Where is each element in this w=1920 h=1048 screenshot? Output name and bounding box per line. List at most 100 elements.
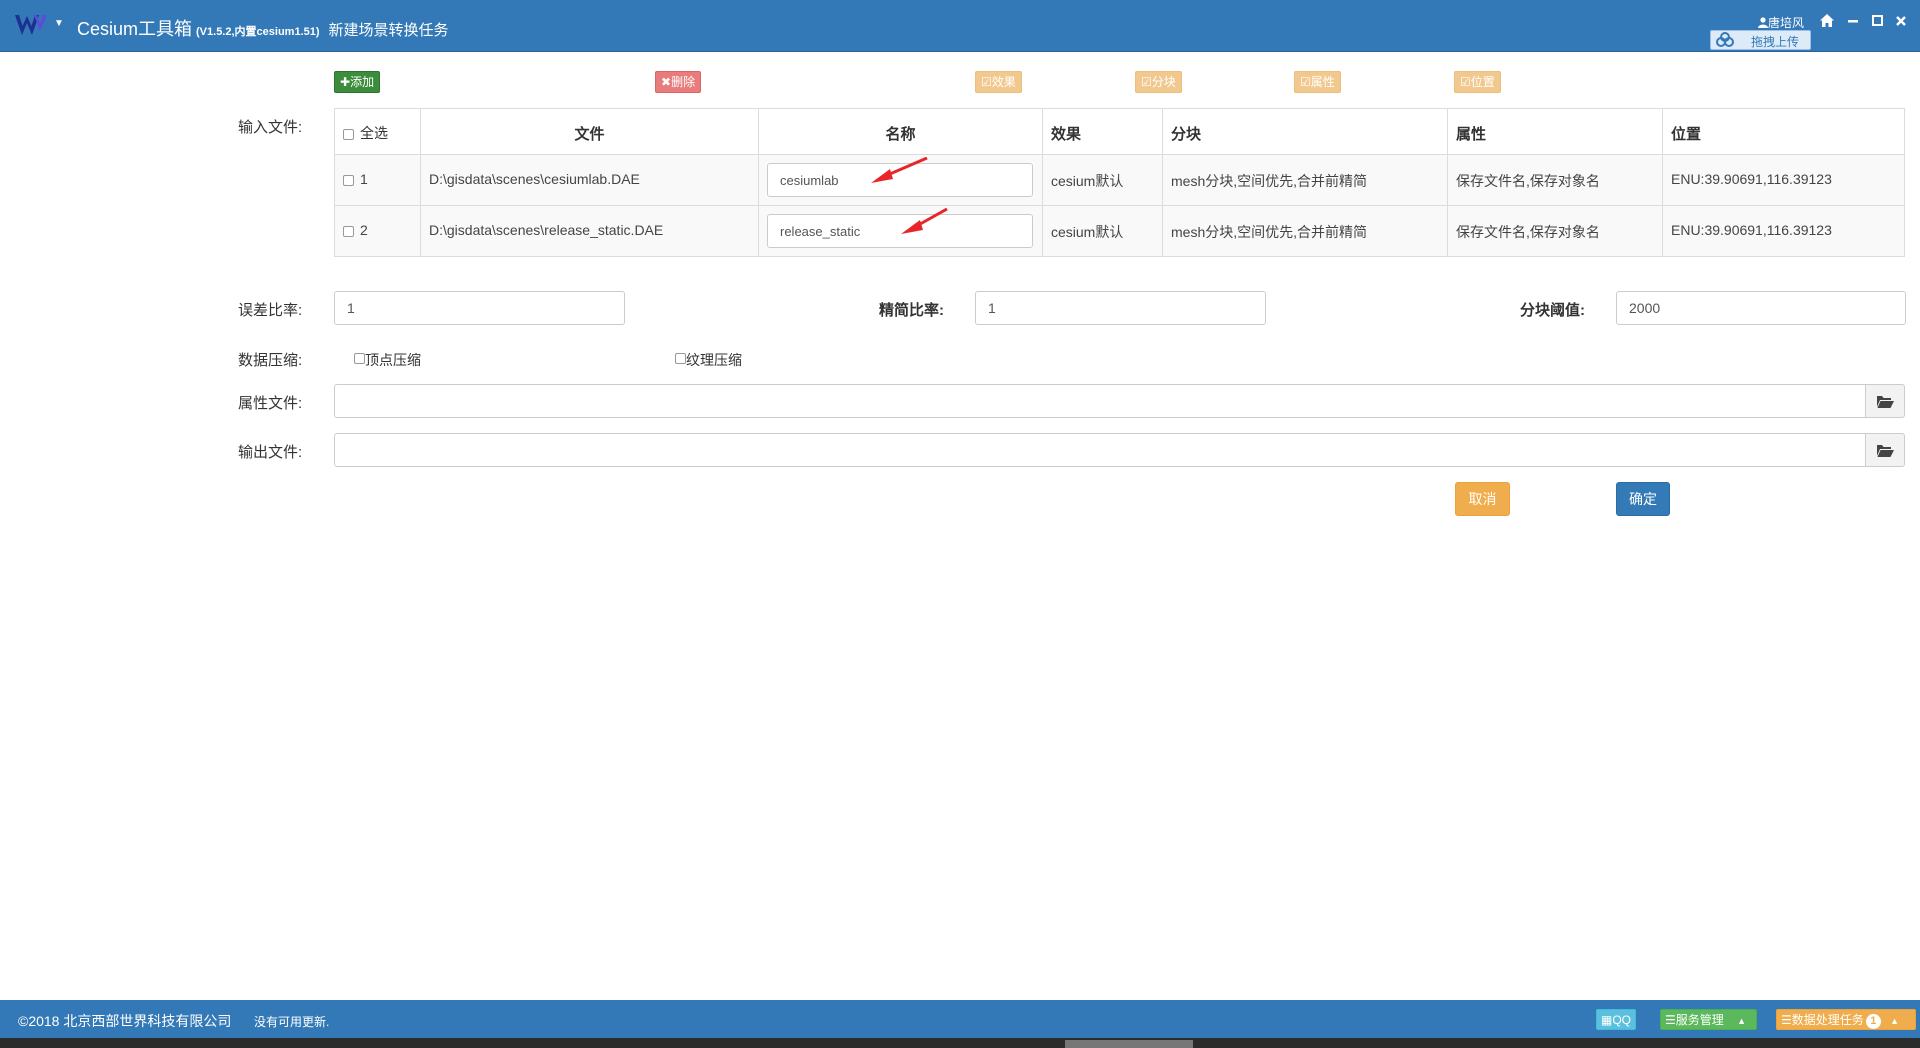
column-effect: 效果 <box>1042 108 1163 155</box>
tile-button[interactable]: ☑分块 <box>1135 71 1182 93</box>
name-cell <box>758 154 1043 206</box>
folder-open-icon <box>1877 396 1894 408</box>
column-name: 名称 <box>758 108 1043 155</box>
select-all-label: 全选 <box>360 125 388 141</box>
baidu-cloud-icon <box>1716 32 1734 47</box>
attribute-file-browse-button[interactable] <box>1865 384 1905 418</box>
caret-up-icon: ▲ <box>1737 1016 1747 1026</box>
edit-icon: ☑ <box>1460 75 1471 89</box>
position-cell: ENU:39.90691,116.39123 <box>1662 205 1905 257</box>
name-input[interactable] <box>767 163 1033 197</box>
minimize-button[interactable] <box>1843 11 1863 31</box>
maximize-icon <box>1871 15 1883 26</box>
attribute-file-label: 属性文件: <box>238 395 303 412</box>
edit-icon: ☑ <box>1300 75 1311 89</box>
column-tile: 分块 <box>1162 108 1448 155</box>
scrollbar-thumb[interactable] <box>1065 1040 1193 1048</box>
input-files-table: 全选 文件 名称 效果 分块 属性 位置 1 D:\gisdata\scenes… <box>334 108 1905 257</box>
effect-cell: cesium默认 <box>1042 205 1163 257</box>
column-file: 文件 <box>420 108 759 155</box>
page-subtitle: 新建场景转换任务 <box>328 22 449 39</box>
qq-label: QQ <box>1612 1013 1632 1027</box>
logo-w-icon[interactable] <box>14 12 48 38</box>
ok-button[interactable]: 确定 <box>1616 482 1670 516</box>
list-icon: ☰ <box>1781 1013 1792 1027</box>
texture-compression-option[interactable]: 纹理压缩 <box>675 350 742 370</box>
attribute-file-input[interactable] <box>334 384 1866 418</box>
upload-label: 拖拽上传 <box>1751 35 1800 49</box>
taskbar-strip <box>0 1038 1920 1048</box>
column-position: 位置 <box>1662 108 1905 155</box>
simplify-ratio-label: 精简比率: <box>879 302 944 319</box>
close-button[interactable] <box>1891 11 1911 31</box>
output-file-browse-button[interactable] <box>1865 433 1905 467</box>
row-checkbox[interactable] <box>343 225 354 237</box>
output-file-label: 输出文件: <box>238 444 303 461</box>
edit-icon: ☑ <box>981 75 992 89</box>
table-row[interactable]: 1 D:\gisdata\scenes\cesiumlab.DAE cesium… <box>334 154 1905 206</box>
qq-button[interactable]: ▦QQ <box>1596 1009 1637 1030</box>
home-icon <box>1820 14 1834 27</box>
app-version: (V1.5.2,内置cesium1.51) <box>196 26 320 38</box>
effect-cell: cesium默认 <box>1042 154 1163 206</box>
copyright-text: ©2018 北京西部世界科技有限公司 <box>18 1013 232 1029</box>
compression-label: 数据压缩: <box>238 352 303 369</box>
tile-label: 分块 <box>1151 75 1176 89</box>
app-title: Cesium工具箱 (V1.5.2,内置cesium1.51) 新建场景转换任务 <box>77 15 449 41</box>
chevron-down-icon[interactable]: ▼ <box>54 18 64 29</box>
table-row[interactable]: 2 D:\gisdata\scenes\release_static.DAE c… <box>334 205 1905 257</box>
attribute-cell: 保存文件名,保存对象名 <box>1447 205 1663 257</box>
tile-threshold-input[interactable] <box>1616 291 1906 325</box>
edit-icon: ☑ <box>1141 75 1152 89</box>
tile-cell: mesh分块,空间优先,合并前精简 <box>1162 154 1448 206</box>
close-icon <box>1896 16 1906 26</box>
name-cell <box>758 205 1043 257</box>
name-input[interactable] <box>767 214 1033 248</box>
tile-threshold-label: 分块阈值: <box>1520 302 1585 319</box>
data-tasks-button[interactable]: ☰数据处理任务 1 ▲ <box>1776 1009 1916 1030</box>
row-select-cell[interactable]: 2 <box>334 205 421 257</box>
list-icon: ☰ <box>1665 1013 1676 1027</box>
maximize-button[interactable] <box>1867 11 1887 31</box>
position-button[interactable]: ☑位置 <box>1454 71 1501 93</box>
user-icon <box>1758 17 1768 28</box>
minimize-icon <box>1848 20 1858 23</box>
position-label: 位置 <box>1470 75 1495 89</box>
texture-compression-label: 纹理压缩 <box>686 352 742 368</box>
tile-cell: mesh分块,空间优先,合并前精简 <box>1162 205 1448 257</box>
vertex-compression-checkbox[interactable] <box>354 353 365 364</box>
effect-button[interactable]: ☑效果 <box>975 71 1022 93</box>
error-ratio-label: 误差比率: <box>238 302 303 319</box>
file-cell: D:\gisdata\scenes\release_static.DAE <box>420 205 759 257</box>
row-select-cell[interactable]: 1 <box>334 154 421 206</box>
drag-upload-button[interactable]: 拖拽上传 <box>1710 30 1811 50</box>
service-label: 服务管理 <box>1675 1013 1724 1027</box>
delete-button[interactable]: ✖删除 <box>655 71 702 93</box>
output-file-input[interactable] <box>334 433 1866 467</box>
service-management-button[interactable]: ☰服务管理 ▲ <box>1660 1009 1757 1030</box>
attribute-button[interactable]: ☑属性 <box>1294 71 1341 93</box>
home-button[interactable] <box>1817 11 1837 31</box>
texture-compression-checkbox[interactable] <box>675 353 686 364</box>
input-files-label: 输入文件: <box>238 119 303 136</box>
vertex-compression-label: 顶点压缩 <box>365 352 421 368</box>
position-cell: ENU:39.90691,116.39123 <box>1662 154 1905 206</box>
attribute-label: 属性 <box>1310 75 1335 89</box>
add-label: 添加 <box>350 75 375 89</box>
simplify-ratio-input[interactable] <box>975 291 1266 325</box>
row-index: 2 <box>360 222 368 238</box>
tasks-label: 数据处理任务 <box>1791 1013 1864 1027</box>
row-checkbox[interactable] <box>343 174 354 186</box>
app-name: Cesium工具箱 <box>77 19 193 39</box>
caret-up-icon: ▲ <box>1890 1016 1900 1026</box>
error-ratio-input[interactable] <box>334 291 625 325</box>
attribute-cell: 保存文件名,保存对象名 <box>1447 154 1663 206</box>
column-attribute: 属性 <box>1447 108 1663 155</box>
vertex-compression-option[interactable]: 顶点压缩 <box>354 350 421 370</box>
cancel-button[interactable]: 取消 <box>1455 482 1510 516</box>
status-bar: ©2018 北京西部世界科技有限公司 没有可用更新. ▦QQ ☰服务管理 ▲ ☰… <box>0 1000 1920 1038</box>
add-button[interactable]: ✚添加 <box>334 71 381 93</box>
select-all-checkbox[interactable] <box>343 128 354 140</box>
user-menu[interactable]: 唐培风 <box>1758 14 1804 31</box>
select-all-header[interactable]: 全选 <box>334 108 421 155</box>
